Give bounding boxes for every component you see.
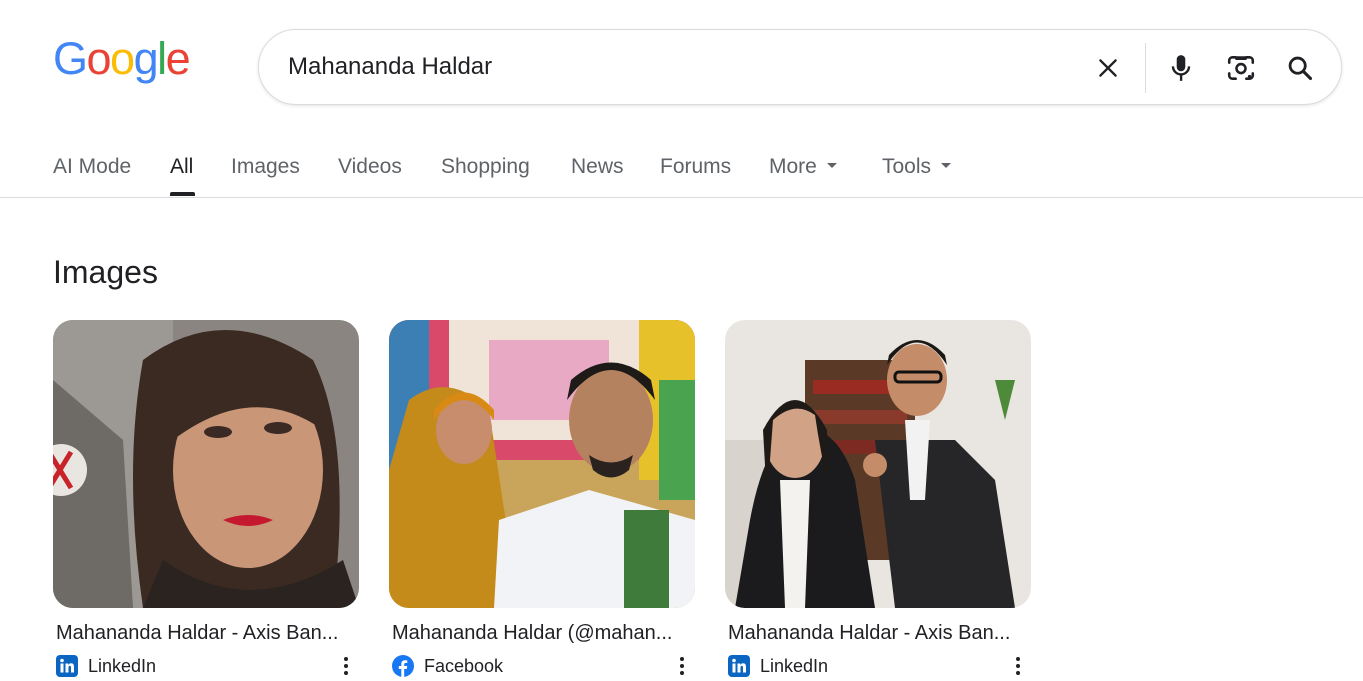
clear-search-button[interactable] bbox=[1089, 49, 1127, 87]
image-result-card[interactable]: Mahananda Haldar - Axis Ban... LinkedIn bbox=[725, 320, 1031, 677]
image-result-title[interactable]: Mahananda Haldar (@mahan... bbox=[392, 622, 692, 645]
facebook-icon bbox=[392, 655, 414, 677]
more-options-button[interactable] bbox=[334, 654, 358, 678]
tab-label: Shopping bbox=[441, 155, 530, 178]
tab-tools[interactable]: Tools bbox=[882, 155, 952, 179]
source-name: LinkedIn bbox=[88, 655, 157, 676]
image-result-source[interactable]: LinkedIn bbox=[56, 654, 156, 678]
image-result-card[interactable]: Mahananda Haldar - Axis Ban... LinkedIn bbox=[53, 320, 359, 677]
image-search-button[interactable] bbox=[1222, 49, 1260, 87]
voice-search-button[interactable] bbox=[1162, 49, 1200, 87]
search-divider bbox=[1145, 43, 1146, 93]
tab-label: Tools bbox=[882, 155, 932, 178]
more-options-button[interactable] bbox=[670, 654, 694, 678]
image-result-title[interactable]: Mahananda Haldar - Axis Ban... bbox=[728, 622, 1028, 645]
active-tab-indicator bbox=[170, 192, 195, 196]
tab-images[interactable]: Images bbox=[231, 155, 300, 179]
tab-more[interactable]: More bbox=[769, 155, 837, 179]
image-result-title[interactable]: Mahananda Haldar - Axis Ban... bbox=[56, 622, 356, 645]
search-input[interactable] bbox=[288, 50, 1048, 84]
tab-label: Forums bbox=[660, 155, 732, 178]
kebab-dot bbox=[344, 664, 348, 668]
logo-letter: g bbox=[133, 33, 159, 84]
kebab-dot bbox=[680, 671, 684, 675]
tab-label: Images bbox=[231, 155, 300, 178]
tab-label: Videos bbox=[338, 155, 402, 178]
kebab-dot bbox=[344, 657, 348, 661]
logo-letter: G bbox=[53, 33, 88, 84]
tab-shopping[interactable]: Shopping bbox=[441, 155, 530, 179]
microphone-icon bbox=[1171, 55, 1191, 81]
logo-letter: o bbox=[86, 33, 112, 84]
image-result-source[interactable]: LinkedIn bbox=[728, 654, 828, 678]
tab-all[interactable]: All bbox=[170, 155, 193, 179]
linkedin-icon bbox=[56, 655, 78, 677]
linkedin-icon bbox=[728, 655, 750, 677]
tab-ai-mode[interactable]: AI Mode bbox=[53, 155, 131, 179]
image-thumbnail[interactable] bbox=[53, 320, 359, 608]
tab-forums[interactable]: Forums bbox=[660, 155, 731, 179]
images-section-title: Images bbox=[53, 254, 158, 290]
close-icon bbox=[1099, 59, 1117, 77]
search-box[interactable] bbox=[258, 29, 1342, 105]
chevron-down-icon bbox=[826, 162, 837, 168]
kebab-dot bbox=[680, 664, 684, 668]
tab-label: AI Mode bbox=[53, 155, 132, 178]
logo-letter: e bbox=[165, 33, 191, 84]
source-name: LinkedIn bbox=[760, 655, 829, 676]
couple-photo-image bbox=[389, 320, 695, 608]
google-logo[interactable]: Google bbox=[53, 33, 191, 84]
image-thumbnail[interactable] bbox=[725, 320, 1031, 608]
portrait-image bbox=[53, 320, 359, 608]
search-icon bbox=[1288, 56, 1313, 81]
tab-videos[interactable]: Videos bbox=[338, 155, 402, 179]
logo-letter: o bbox=[110, 33, 135, 84]
kebab-dot bbox=[1016, 657, 1020, 661]
tabs-divider bbox=[0, 197, 1363, 198]
image-result-card[interactable]: Mahananda Haldar (@mahan... Facebook bbox=[389, 320, 695, 677]
search-submit-button[interactable] bbox=[1281, 49, 1319, 87]
source-name: Facebook bbox=[424, 655, 504, 676]
image-thumbnail[interactable] bbox=[389, 320, 695, 608]
image-result-source[interactable]: Facebook bbox=[392, 654, 503, 678]
tab-news[interactable]: News bbox=[571, 155, 624, 179]
more-options-button[interactable] bbox=[1006, 654, 1030, 678]
tab-label: All bbox=[170, 155, 194, 178]
kebab-dot bbox=[680, 657, 684, 661]
chevron-down-icon bbox=[941, 162, 952, 168]
lens-camera-icon bbox=[1227, 56, 1255, 81]
kebab-dot bbox=[1016, 671, 1020, 675]
tab-label: News bbox=[571, 155, 624, 178]
tab-label: More bbox=[769, 155, 817, 178]
kebab-dot bbox=[344, 671, 348, 675]
kebab-dot bbox=[1016, 664, 1020, 668]
logo-letter: l bbox=[157, 33, 167, 84]
office-photo-image bbox=[725, 320, 1031, 608]
